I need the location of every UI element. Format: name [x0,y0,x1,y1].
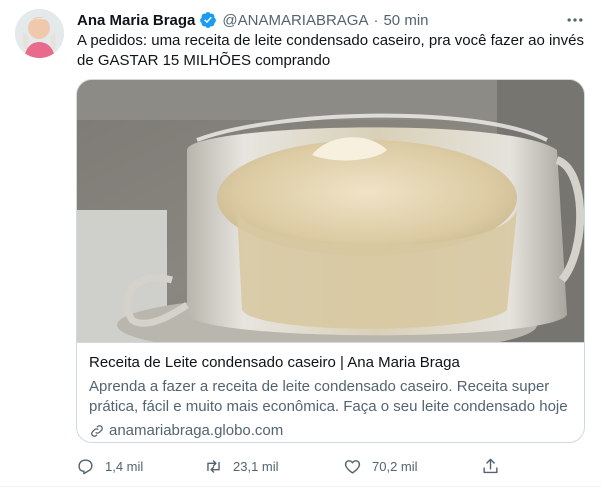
author-handle[interactable]: @ANAMARIABRAGA [222,12,368,29]
tweet-header: Ana Maria Braga @ANAMARIABRAGA · 50 min [77,10,429,30]
like-button[interactable]: 70,2 mil [343,453,418,479]
card-body: Receita de Leite condensado caseiro | An… [77,342,584,441]
retweet-icon [207,459,220,473]
card-domain-text: anamariabraga.globo.com [109,422,284,439]
tweet[interactable]: Ana Maria Braga @ANAMARIABRAGA · 50 min … [0,0,601,487]
card-title: Receita de Leite condensado caseiro | An… [89,354,460,371]
tweet-text-line-2: de GASTAR 15 MILHÕES comprando [77,52,331,69]
card-description-line-2: prática, fácil e muito mais econômica. F… [89,398,568,415]
retweet-count: 23,1 mil [233,458,279,474]
author-name[interactable]: Ana Maria Braga [77,12,195,29]
card-description-line-1: Aprenda a fazer a receita de leite conde… [89,378,550,395]
reply-count: 1,4 mil [105,458,144,474]
like-count: 70,2 mil [372,458,418,474]
share-button[interactable] [481,453,500,479]
tweet-text: A pedidos: uma receita de leite condensa… [77,31,587,71]
reply-icon [78,458,93,474]
card-domain: anamariabraga.globo.com [89,421,572,441]
reply-button[interactable]: 1,4 mil [76,453,143,479]
separator-dot: · [373,11,379,29]
retweet-button[interactable]: 23,1 mil [204,453,279,479]
card-image [77,80,584,342]
verified-badge-icon [200,12,217,28]
heart-icon [344,459,361,474]
card-description: Aprenda a fazer a receita de leite conde… [89,377,572,417]
share-icon [483,458,498,473]
link-icon [91,425,103,437]
tweet-text-line-1: A pedidos: uma receita de leite condensa… [77,32,584,49]
tweet-actions: 1,4 mil 23,1 mil 70,2 mil [74,453,504,479]
avatar[interactable] [15,9,64,58]
more-options-icon[interactable] [563,8,587,32]
link-card[interactable]: Receita de Leite condensado caseiro | An… [76,79,585,443]
tweet-timestamp[interactable]: 50 min [383,12,428,29]
